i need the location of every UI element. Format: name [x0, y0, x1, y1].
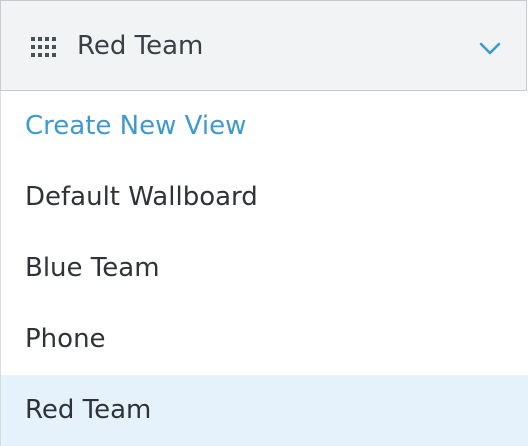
view-option-phone[interactable]: Phone — [1, 304, 528, 375]
view-selector-button[interactable]: Red Team — [0, 0, 527, 91]
create-new-view-link[interactable]: Create New View — [1, 91, 528, 162]
create-new-view-label: Create New View — [25, 111, 247, 141]
view-option-red-team[interactable]: Red Team — [1, 375, 528, 446]
chevron-down-icon[interactable] — [479, 42, 501, 56]
view-dropdown: Red Team Create New View Default Wallboa… — [0, 0, 528, 446]
view-option-label: Red Team — [25, 395, 152, 425]
view-option-default-wallboard[interactable]: Default Wallboard — [1, 162, 528, 233]
view-option-blue-team[interactable]: Blue Team — [1, 233, 528, 304]
grid-icon — [31, 37, 56, 57]
selected-view-label: Red Team — [77, 31, 204, 61]
view-option-label: Default Wallboard — [25, 182, 258, 212]
view-option-label: Phone — [25, 324, 106, 354]
view-option-label: Blue Team — [25, 253, 160, 283]
view-options-list: Create New View Default Wallboard Blue T… — [0, 91, 528, 446]
